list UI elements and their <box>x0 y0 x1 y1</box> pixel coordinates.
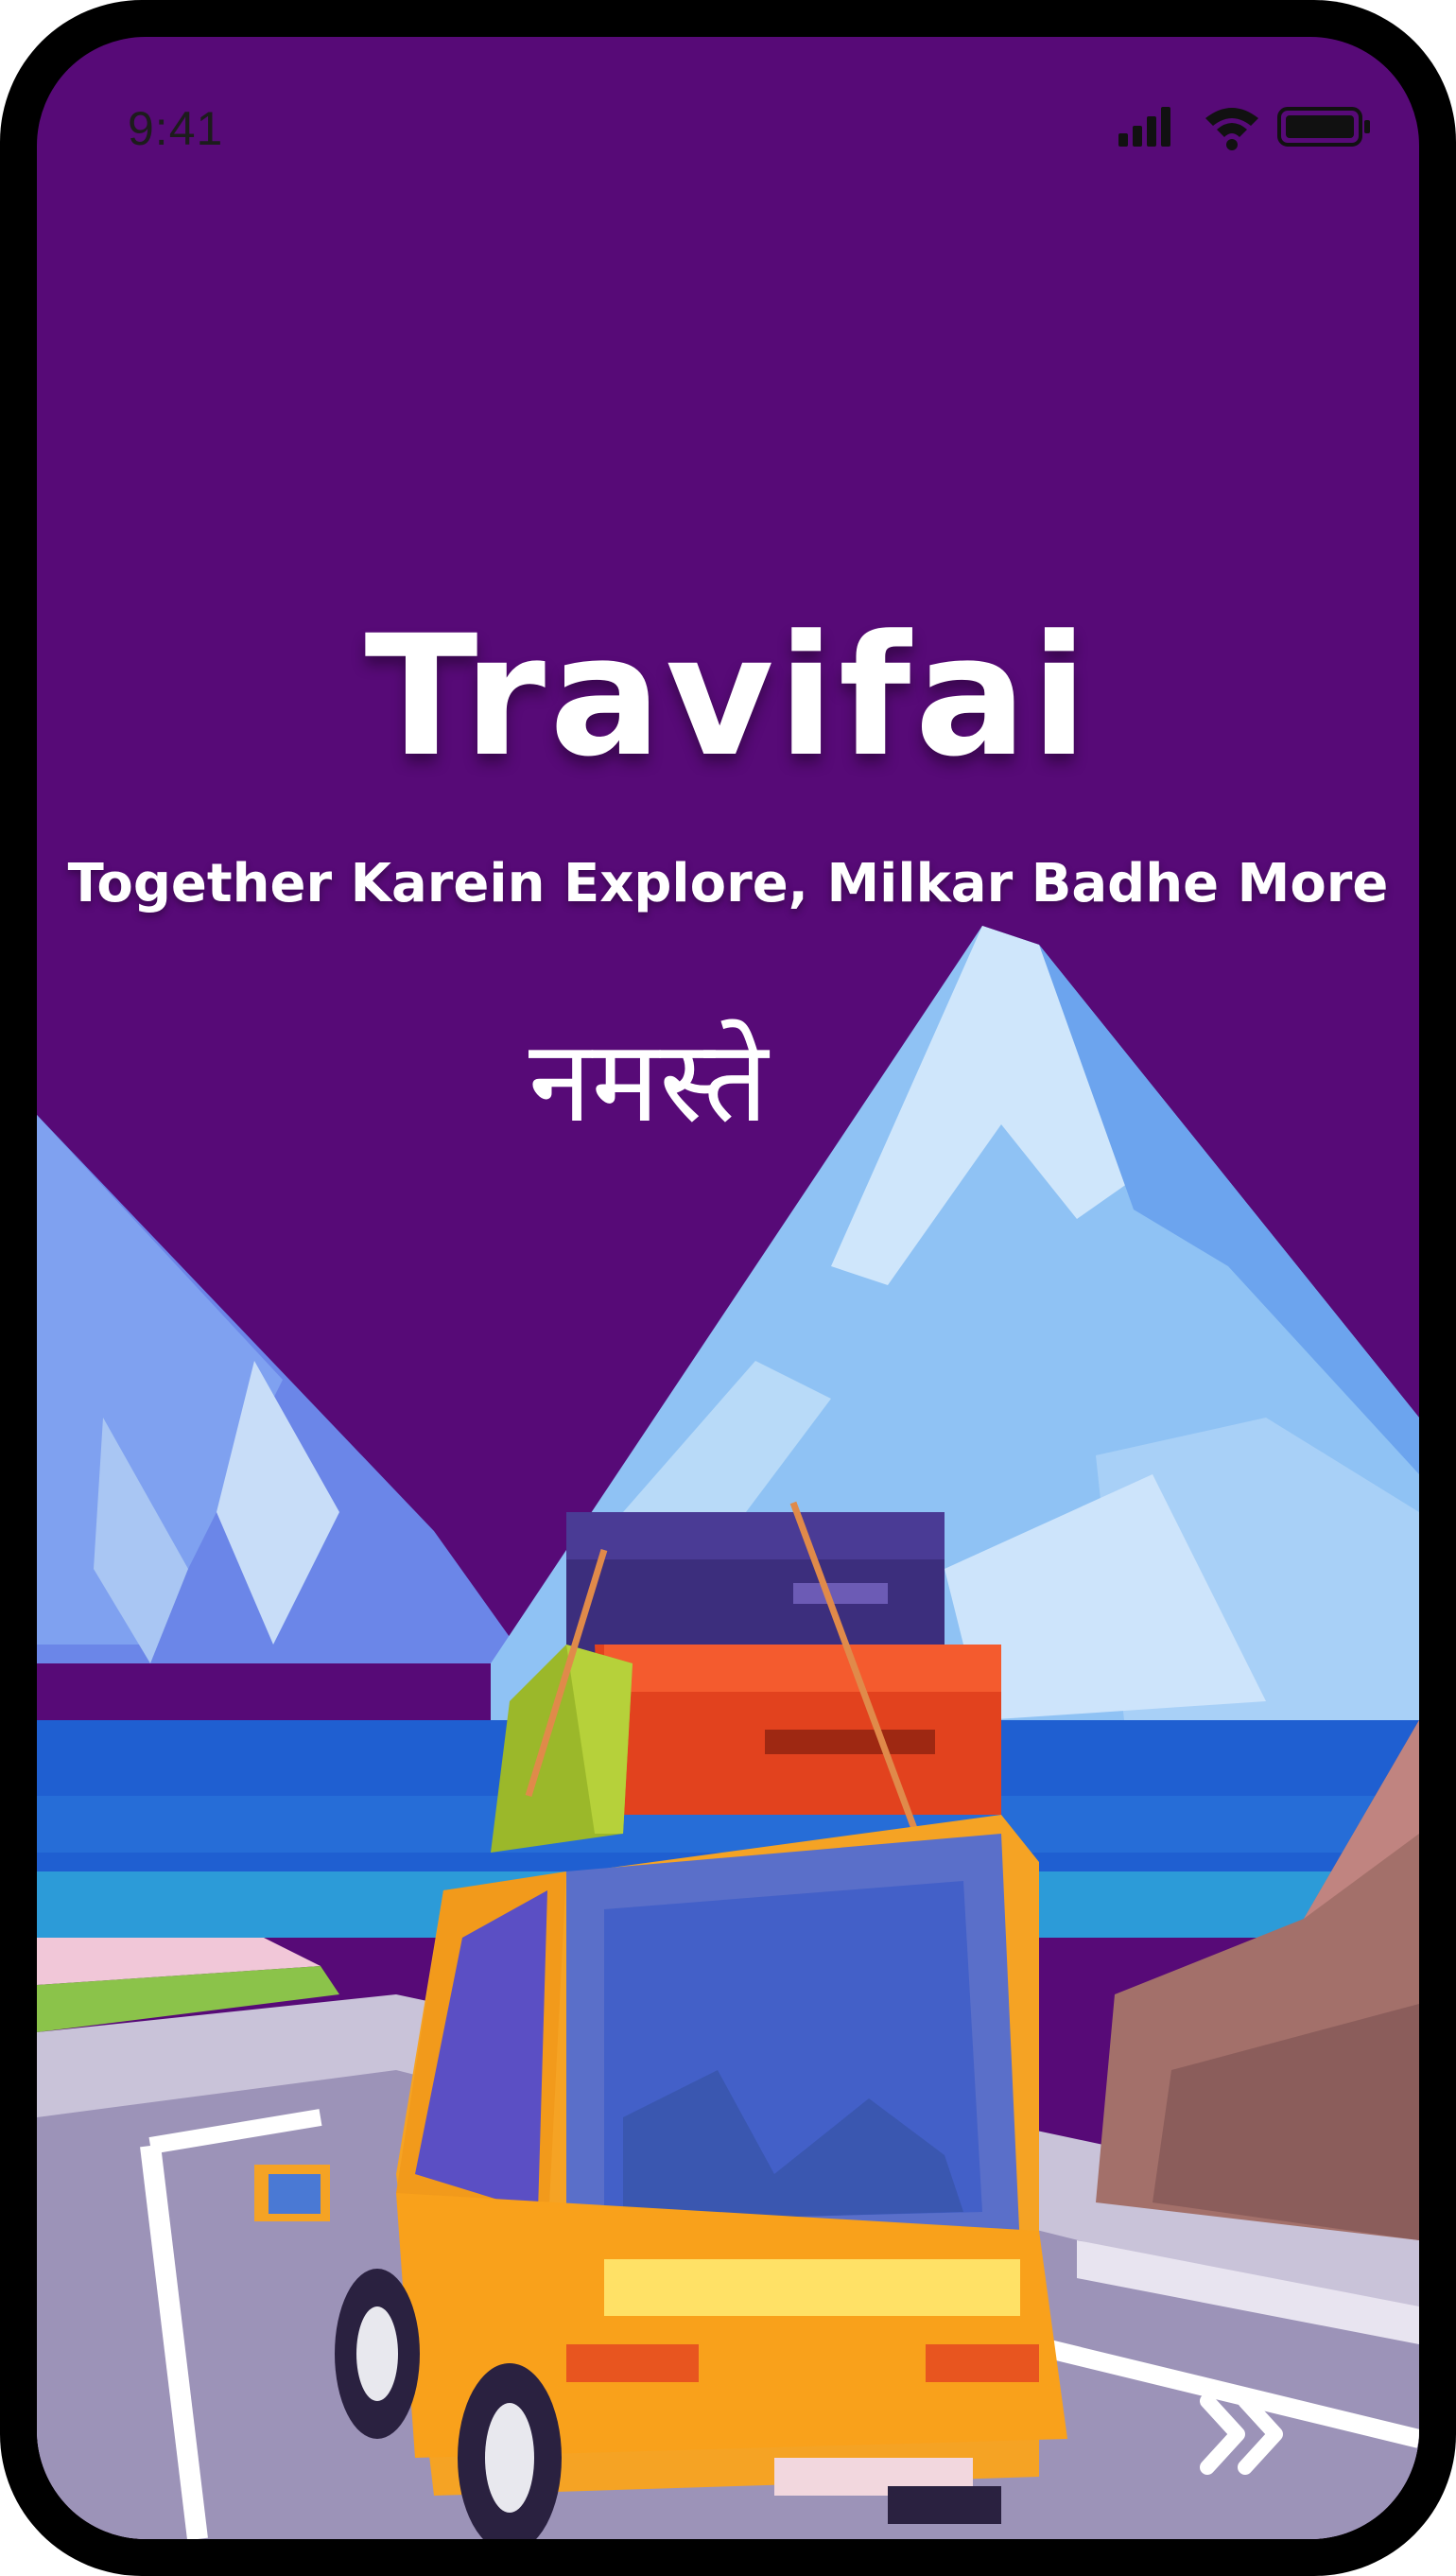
travel-illustration <box>37 926 1419 2539</box>
double-chevron-right-icon <box>1200 2393 1283 2475</box>
status-icons <box>1118 107 1370 150</box>
signal-icon <box>1118 107 1170 147</box>
app-tagline: Together Karein Explore, Milkar Badhe Mo… <box>67 853 1389 914</box>
wifi-icon <box>1205 108 1258 150</box>
status-time: 9:41 <box>128 102 224 155</box>
app-title: Travifai <box>364 600 1092 793</box>
phone-frame: 9:41 Travifai Together Karein Explore, M… <box>0 0 1456 2576</box>
greeting-text: नमस्ते <box>529 1017 769 1148</box>
status-bar: 9:41 <box>37 37 1419 188</box>
splash-screen: 9:41 Travifai Together Karein Explore, M… <box>37 37 1419 2539</box>
next-button[interactable] <box>1190 2392 1294 2477</box>
battery-icon <box>1277 107 1370 147</box>
